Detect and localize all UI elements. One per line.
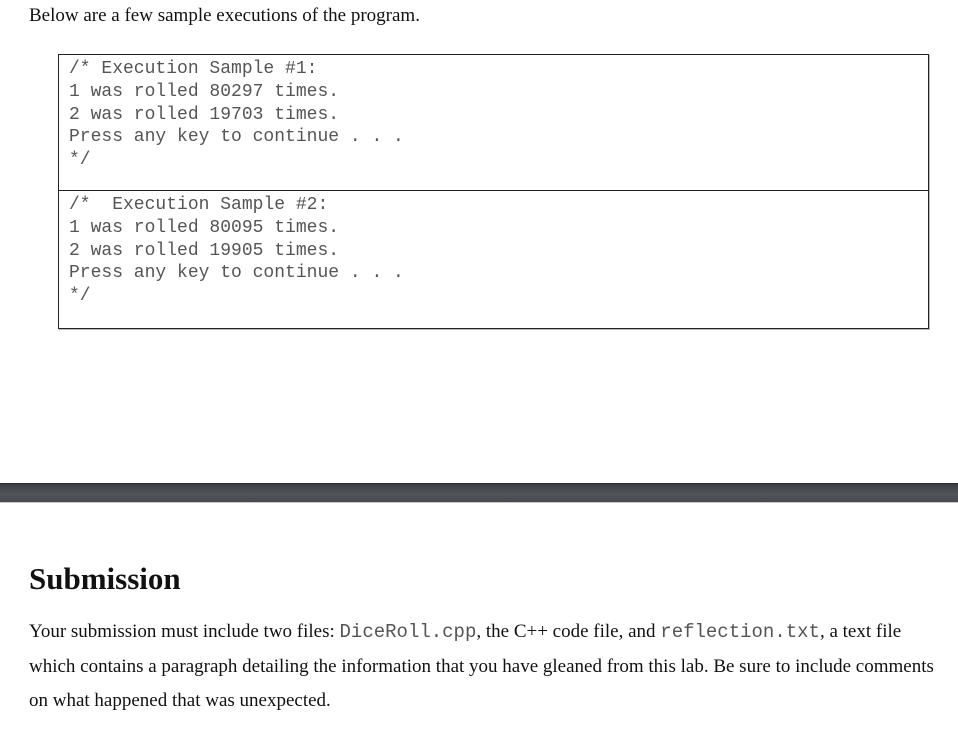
file-name-reflection: reflection.txt <box>660 621 820 643</box>
submission-text-1: Your submission must include two files: <box>29 621 340 642</box>
file-name-diceroll: DiceRoll.cpp <box>339 621 477 643</box>
execution-sample-1: /* Execution Sample #1: 1 was rolled 802… <box>58 54 929 192</box>
execution-sample-2: /* Execution Sample #2: 1 was rolled 800… <box>58 190 929 329</box>
divider-shadow <box>0 502 958 503</box>
submission-text-2: , the C++ code file, and <box>476 621 661 642</box>
sample-2-output: /* Execution Sample #2: 1 was rolled 800… <box>69 195 404 307</box>
sample-1-output: /* Execution Sample #1: 1 was rolled 802… <box>69 59 404 171</box>
intro-text: Below are a few sample executions of the… <box>29 5 420 26</box>
submission-paragraph: Your submission must include two files: … <box>29 615 939 719</box>
section-divider <box>0 483 958 502</box>
submission-heading: Submission <box>29 561 181 596</box>
